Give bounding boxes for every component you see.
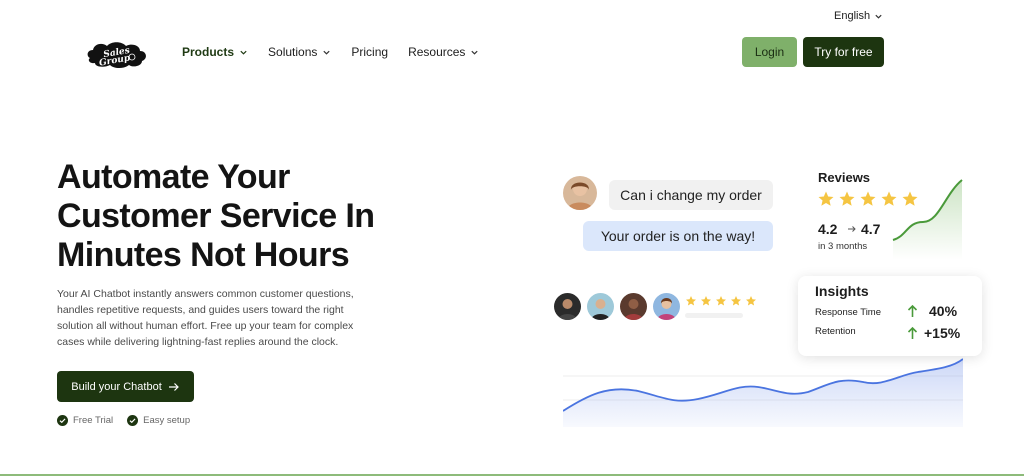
- nav-pricing-label: Pricing: [351, 45, 389, 59]
- check-circle-icon: [127, 415, 139, 426]
- metric-value-response-time: 40%: [929, 303, 958, 319]
- star-icon: [860, 191, 876, 206]
- check-easy-setup: Easy setup: [127, 415, 190, 426]
- trend-wave-chart: [563, 358, 963, 427]
- chevron-down-icon: [240, 50, 247, 55]
- metric-value-retention: +15%: [924, 325, 961, 341]
- avatar: [620, 293, 647, 320]
- avatar-group: [554, 293, 680, 320]
- main-nav: Products Solutions Pricing Resources: [182, 45, 479, 59]
- arrow-up-icon: [907, 304, 918, 317]
- nav-solutions[interactable]: Solutions: [268, 45, 331, 59]
- reviews-title: Reviews: [818, 170, 871, 185]
- language-selector[interactable]: English: [834, 10, 883, 22]
- feature-checks: Free Trial Easy setup: [57, 415, 190, 426]
- rating-period: in 3 months: [818, 241, 868, 252]
- language-label: English: [834, 10, 871, 22]
- arrow-right-icon: [168, 382, 179, 391]
- social-proof-stars: [685, 295, 757, 307]
- logo[interactable]: Sales Group: [84, 38, 150, 70]
- star-icon: [818, 191, 834, 206]
- insights-title: Insights: [815, 283, 869, 299]
- login-button[interactable]: Login: [742, 37, 797, 67]
- reviews-card: Reviews 4.2 4.7 in 3 months: [807, 160, 967, 260]
- check-free-trial: Free Trial: [57, 415, 113, 426]
- star-icon: [746, 296, 756, 306]
- star-icon: [701, 296, 711, 306]
- chat-bubble-answer: Your order is on the way!: [583, 221, 773, 251]
- chat-bubble-question: Can i change my order: [609, 180, 773, 210]
- chevron-down-icon: [471, 50, 479, 55]
- check-label: Easy setup: [143, 415, 191, 426]
- nav-resources-label: Resources: [408, 45, 466, 59]
- arrow-right-icon: [848, 226, 856, 232]
- star-icon: [839, 191, 855, 206]
- star-icon: [686, 296, 696, 306]
- star-icon: [902, 191, 918, 206]
- nav-products[interactable]: Products: [182, 45, 248, 59]
- rating-to: 4.7: [861, 221, 881, 237]
- chevron-down-icon: [323, 50, 331, 55]
- hero-title: Automate Your Customer Service In Minute…: [57, 158, 375, 274]
- rating-from: 4.2: [818, 221, 838, 237]
- build-chatbot-label: Build your Chatbot: [71, 380, 162, 393]
- reviews-stars: [817, 190, 919, 208]
- metric-label-response-time: Response Time: [815, 307, 882, 318]
- arrow-up-icon: [907, 326, 918, 339]
- check-circle-icon: [57, 415, 68, 426]
- metric-label-retention: Retention: [815, 326, 856, 337]
- star-icon: [716, 296, 726, 306]
- avatar: [554, 293, 581, 320]
- placeholder-bar: [685, 313, 743, 318]
- check-label: Free Trial: [73, 415, 114, 426]
- star-icon: [731, 296, 741, 306]
- avatar: [563, 176, 597, 210]
- nav-solutions-label: Solutions: [268, 45, 318, 59]
- chevron-down-icon: [875, 14, 882, 19]
- hero-description: Your AI Chatbot instantly answers common…: [57, 288, 354, 348]
- avatar: [653, 293, 680, 320]
- build-chatbot-button[interactable]: Build your Chatbot: [57, 371, 194, 402]
- insights-card: Insights Response Time 40% Retention +15…: [798, 276, 982, 356]
- nav-products-label: Products: [182, 45, 235, 59]
- star-icon: [881, 191, 897, 206]
- nav-pricing[interactable]: Pricing: [351, 45, 388, 59]
- nav-resources[interactable]: Resources: [408, 45, 479, 59]
- avatar: [587, 293, 614, 320]
- try-for-free-button[interactable]: Try for free: [803, 37, 884, 67]
